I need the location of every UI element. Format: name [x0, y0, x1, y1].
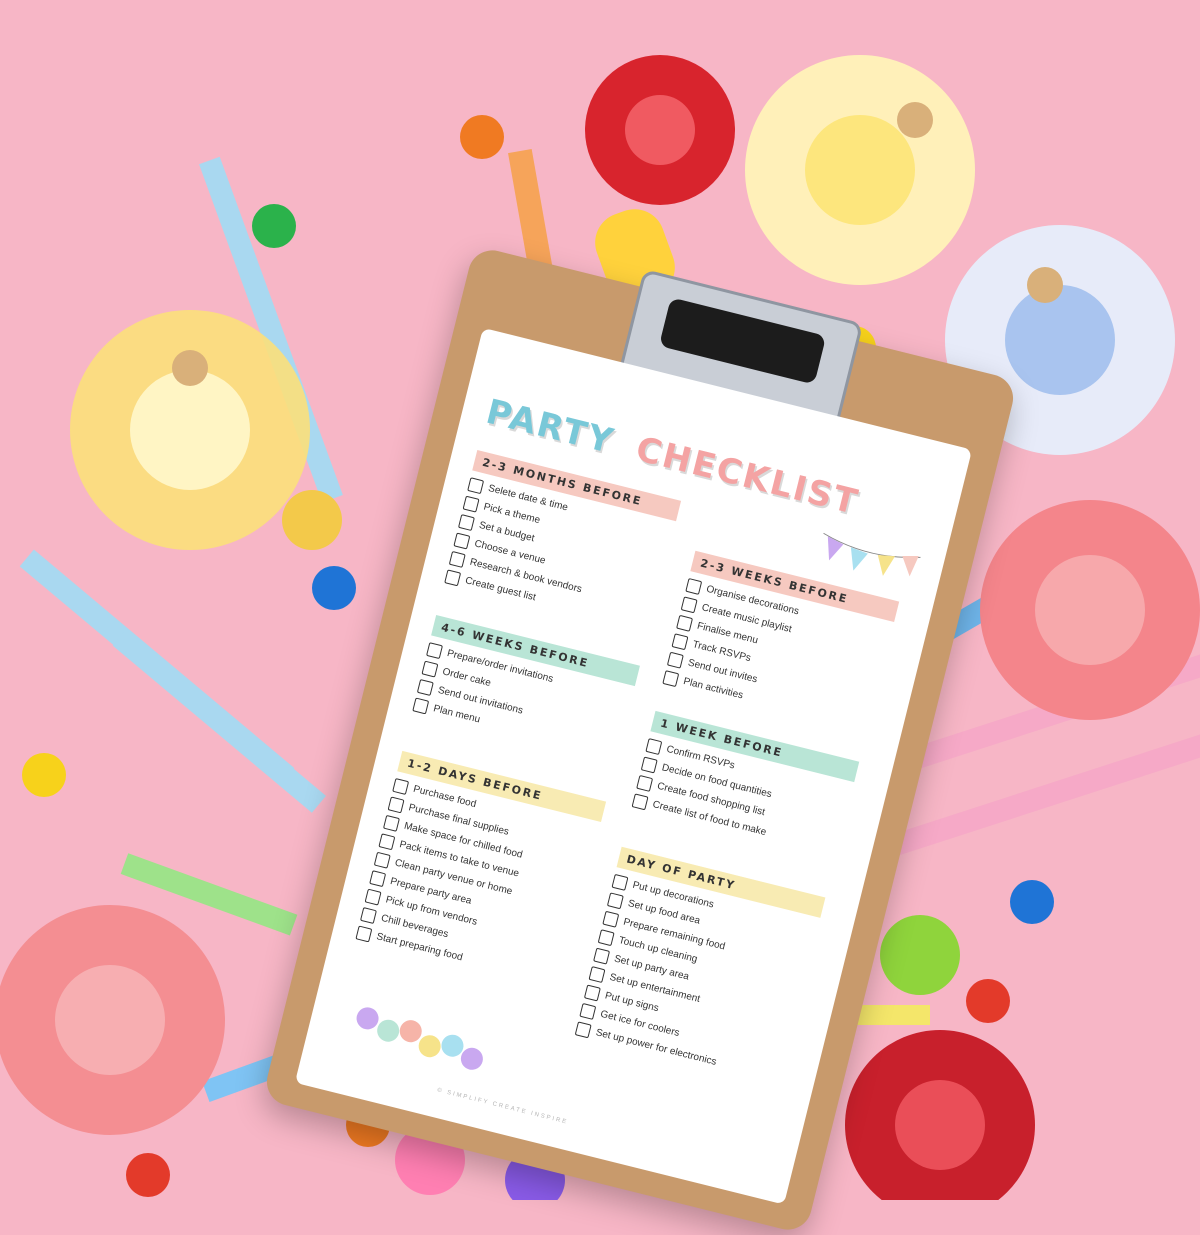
- checkbox[interactable]: [666, 651, 684, 669]
- checkbox[interactable]: [458, 513, 476, 531]
- checkbox[interactable]: [453, 532, 471, 549]
- section-day-of-party: DAY OF PARTY Put up decorations Set up f…: [574, 846, 826, 1088]
- checkbox[interactable]: [579, 1002, 597, 1020]
- copyright-text: © SIMPLIFY CREATE INSPIRE: [436, 1087, 569, 1126]
- checkbox[interactable]: [671, 632, 689, 650]
- checkbox[interactable]: [467, 476, 485, 494]
- checkbox[interactable]: [387, 795, 405, 813]
- checkbox[interactable]: [369, 869, 387, 887]
- title-line-1: PARTY: [482, 391, 619, 463]
- checkbox[interactable]: [373, 851, 391, 869]
- checkbox[interactable]: [383, 814, 401, 832]
- checkbox[interactable]: [597, 928, 615, 946]
- checkbox[interactable]: [416, 678, 434, 696]
- checkbox[interactable]: [602, 910, 620, 928]
- checkbox[interactable]: [676, 614, 694, 632]
- checkbox[interactable]: [631, 792, 649, 810]
- checkbox[interactable]: [593, 947, 611, 965]
- checkbox[interactable]: [588, 965, 606, 983]
- checkbox[interactable]: [685, 577, 703, 595]
- checkbox[interactable]: [412, 696, 430, 714]
- checkbox[interactable]: [360, 906, 378, 924]
- checkbox[interactable]: [378, 832, 396, 850]
- checkbox[interactable]: [448, 550, 466, 568]
- checkbox[interactable]: [462, 495, 480, 513]
- clip-hole: [658, 297, 827, 385]
- pennant-banner-icon: [823, 532, 921, 577]
- section-4-6-weeks: 4-6 WEEKS BEFORE Prepare/order invitatio…: [412, 614, 640, 764]
- checkbox[interactable]: [636, 774, 654, 792]
- checkbox[interactable]: [364, 888, 382, 906]
- balloon-icon: [356, 1007, 483, 1070]
- checkbox[interactable]: [392, 777, 410, 795]
- checkbox[interactable]: [584, 984, 601, 1001]
- checkbox[interactable]: [426, 641, 444, 659]
- party-scene: PARTY CHECKLIST 2-3 MONTHS BEFORE Selete…: [0, 0, 1200, 1235]
- checkbox[interactable]: [662, 669, 680, 687]
- checkbox[interactable]: [444, 568, 462, 586]
- section-1-2-days: 1-2 DAYS BEFORE Purchase food Purchase f…: [355, 750, 607, 992]
- checkbox[interactable]: [645, 737, 663, 755]
- section-1-week: 1 WEEK BEFORE Confirm RSVPs Decide on fo…: [631, 710, 860, 860]
- checkbox[interactable]: [640, 756, 658, 773]
- checkbox[interactable]: [574, 1020, 592, 1038]
- section-2-3-months: 2-3 MONTHS BEFORE Selete date & time Pic…: [444, 450, 682, 636]
- checkbox[interactable]: [355, 924, 373, 942]
- checkbox[interactable]: [606, 891, 624, 909]
- checkbox[interactable]: [680, 595, 698, 613]
- checkbox[interactable]: [421, 660, 439, 678]
- checkbox[interactable]: [611, 873, 629, 891]
